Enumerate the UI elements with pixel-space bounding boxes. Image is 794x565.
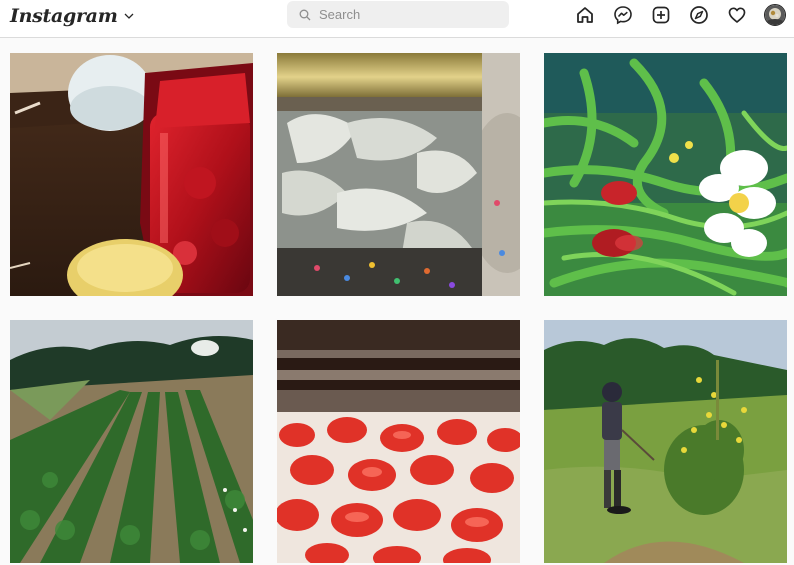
post-thumbnail[interactable] — [277, 53, 520, 296]
post-thumbnail[interactable] — [544, 320, 787, 563]
logo-text: Instagram — [10, 5, 118, 27]
post-image-dehydrator-strawberries — [277, 320, 520, 563]
post-grid — [10, 53, 787, 563]
home-button[interactable] — [574, 4, 596, 26]
explore-icon — [690, 6, 708, 24]
search-box[interactable] — [287, 1, 509, 28]
instagram-logo[interactable]: Instagram — [10, 4, 134, 28]
new-post-icon — [652, 6, 670, 24]
nav-icons — [574, 3, 786, 27]
profile-button[interactable] — [764, 4, 786, 26]
post-image-pierogi-jar — [277, 53, 520, 296]
messenger-icon — [614, 6, 632, 25]
post-image-child-in-field — [544, 320, 787, 563]
post-thumbnail[interactable] — [277, 320, 520, 563]
post-thumbnail[interactable] — [10, 320, 253, 563]
new-post-button[interactable] — [650, 4, 672, 26]
post-image-jam-jar — [10, 53, 253, 296]
activity-button[interactable] — [726, 4, 748, 26]
search-input[interactable] — [319, 7, 489, 22]
top-navigation-bar: Instagram — [0, 0, 794, 38]
explore-button[interactable] — [688, 4, 710, 26]
post-image-field-rows — [10, 320, 253, 563]
post-thumbnail[interactable] — [544, 53, 787, 296]
search-icon — [299, 9, 311, 20]
post-thumbnail[interactable] — [10, 53, 253, 296]
messenger-button[interactable] — [612, 4, 634, 26]
activity-heart-icon — [728, 7, 746, 23]
post-image-garlic-scapes — [544, 53, 787, 296]
profile-avatar — [764, 4, 786, 26]
chevron-down-icon[interactable] — [124, 11, 134, 21]
home-icon — [577, 7, 593, 23]
